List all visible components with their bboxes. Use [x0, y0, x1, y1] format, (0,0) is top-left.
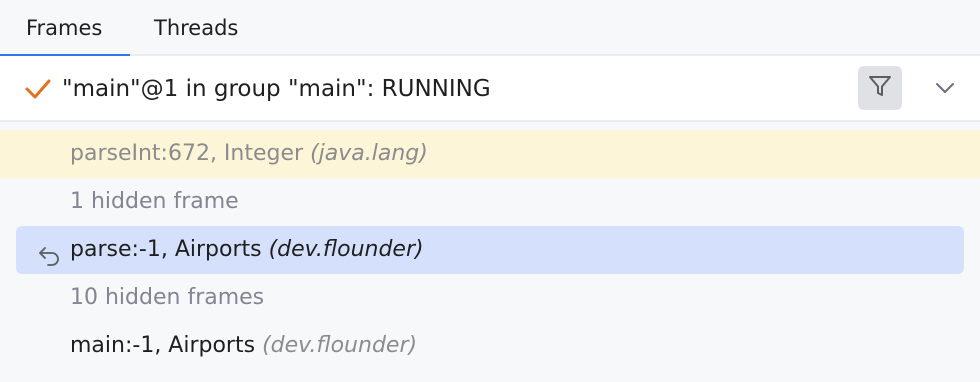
thread-selector[interactable]: "main"@1 in group "main": RUNNING [0, 56, 980, 122]
frame-method: parseInt:672, Integer [70, 141, 304, 166]
frame-text: parse:-1, Airports (dev.flounder) [70, 226, 424, 274]
frame-package: (dev.flounder) [268, 237, 424, 262]
thread-label: "main"@1 in group "main": RUNNING [62, 76, 491, 102]
frame-method: main:-1, Airports [70, 333, 256, 358]
tab-threads-label: Threads [154, 16, 239, 40]
filter-button[interactable] [858, 66, 902, 110]
drop-frame-icon[interactable] [36, 238, 62, 266]
frames-list: parseInt:672, Integer (java.lang) 1 hidd… [0, 130, 980, 370]
frame-text: parseInt:672, Integer (java.lang) [70, 130, 428, 178]
hidden-frames-row[interactable]: 10 hidden frames [0, 274, 980, 322]
frame-package: (dev.flounder) [262, 333, 418, 358]
frame-package: (java.lang) [310, 141, 428, 166]
tab-frames[interactable]: Frames [0, 0, 130, 58]
frame-method: parse:-1, Airports [70, 237, 262, 262]
hidden-frames-row[interactable]: 1 hidden frame [0, 178, 980, 226]
tab-frames-label: Frames [26, 16, 103, 40]
tab-threads[interactable]: Threads [154, 0, 264, 56]
check-icon [24, 76, 52, 102]
hidden-frames-text: 1 hidden frame [70, 189, 239, 214]
chevron-down-icon [934, 80, 956, 99]
frame-text: main:-1, Airports (dev.flounder) [70, 322, 417, 370]
thread-dropdown-button[interactable] [928, 76, 962, 102]
hidden-frames-text: 10 hidden frames [70, 285, 265, 310]
frame-row[interactable]: parseInt:672, Integer (java.lang) [0, 130, 980, 178]
debugger-tabs: Frames Threads [0, 0, 980, 58]
frame-row-selected[interactable]: parse:-1, Airports (dev.flounder) [0, 226, 980, 274]
filter-icon [867, 73, 893, 103]
frame-row[interactable]: main:-1, Airports (dev.flounder) [0, 322, 980, 370]
